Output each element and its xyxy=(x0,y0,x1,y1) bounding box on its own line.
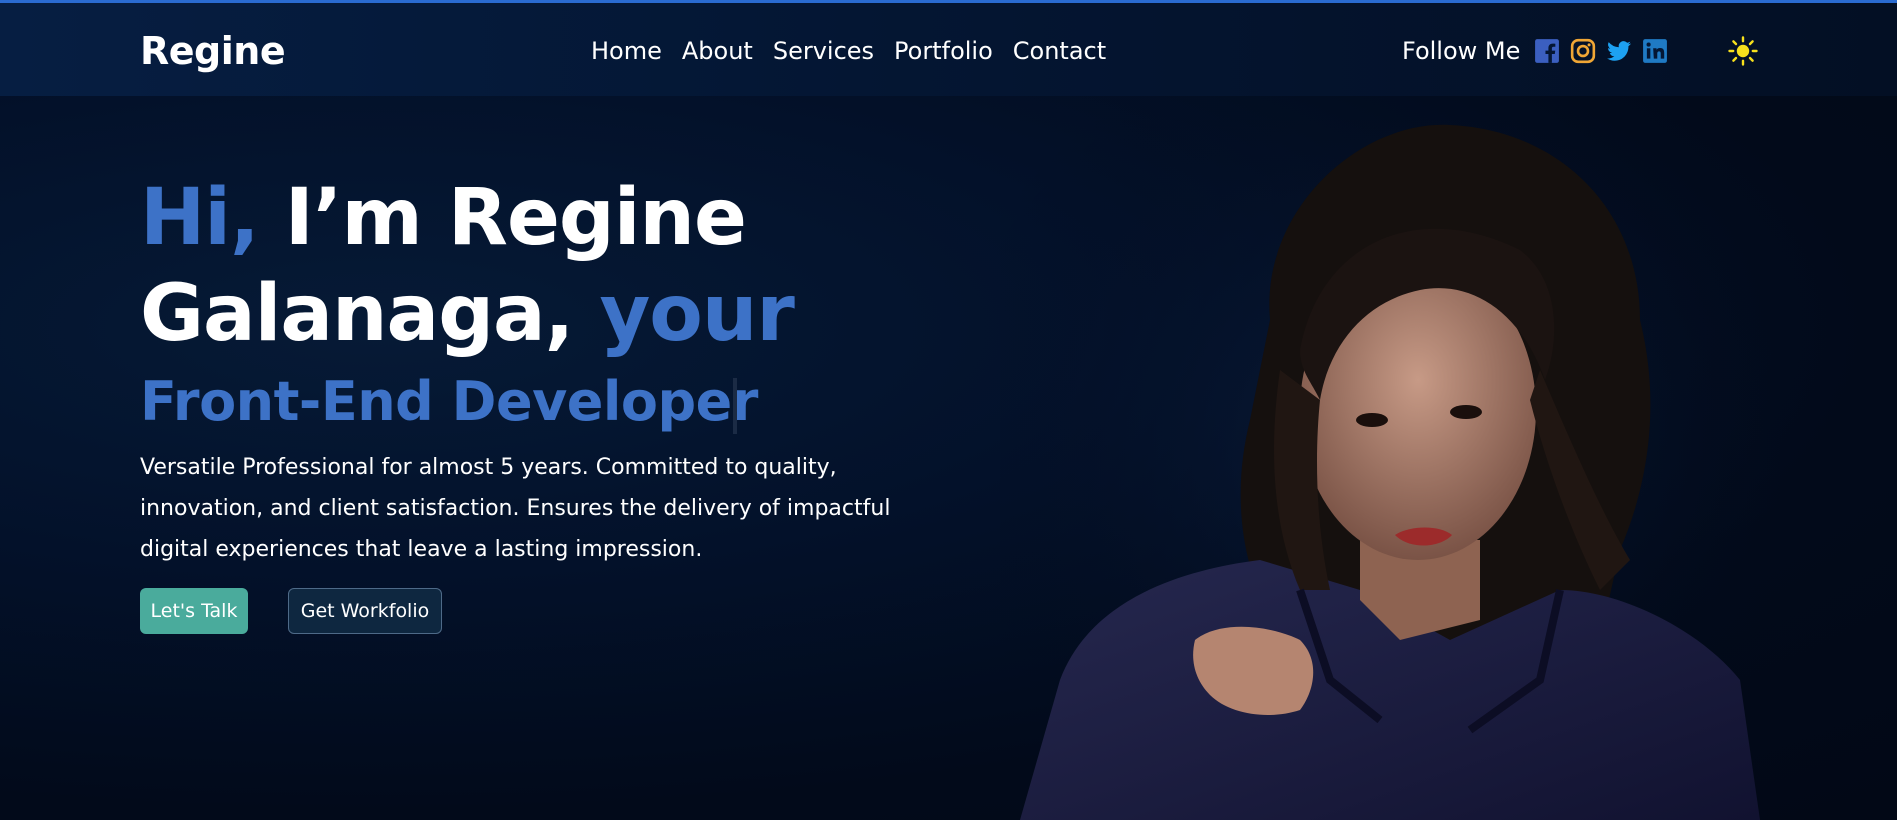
nav-link-services[interactable]: Services xyxy=(773,37,874,65)
hero-name-line1: I’m Regine xyxy=(258,173,747,263)
profile-photo xyxy=(1000,120,1780,820)
typing-cursor xyxy=(733,378,737,434)
hero-intro: Versatile Professional for almost 5 year… xyxy=(140,455,891,562)
nav-link-about[interactable]: About xyxy=(682,37,753,65)
nav-link-portfolio[interactable]: Portfolio xyxy=(894,37,993,65)
navbar: Regine Home About Services Portfolio Con… xyxy=(0,3,1897,96)
hero-greeting: Hi, xyxy=(140,173,260,263)
instagram-icon[interactable] xyxy=(1570,38,1596,64)
brand-logo[interactable]: Regine xyxy=(140,29,286,73)
follow-me-group: Follow Me xyxy=(1402,37,1668,65)
hero-name-line2: Galanaga, xyxy=(140,269,574,359)
twitter-icon[interactable] xyxy=(1606,38,1632,64)
linkedin-icon[interactable] xyxy=(1642,38,1668,64)
hero-role: Front-End Developer xyxy=(140,370,758,433)
nav-menu: Home About Services Portfolio Contact xyxy=(591,37,1106,65)
page: Regine Home About Services Portfolio Con… xyxy=(0,0,1897,820)
get-workfolio-button[interactable]: Get Workfolio xyxy=(288,588,442,634)
sun-icon[interactable] xyxy=(1728,36,1758,66)
follow-me-label: Follow Me xyxy=(1402,37,1521,65)
hero-heading: Hi, I’m Regine Galanaga, your xyxy=(140,170,900,362)
hero-your: your xyxy=(573,269,794,359)
nav-link-contact[interactable]: Contact xyxy=(1013,37,1106,65)
lets-talk-button[interactable]: Let's Talk xyxy=(140,588,248,634)
nav-link-home[interactable]: Home xyxy=(591,37,662,65)
facebook-icon[interactable] xyxy=(1534,38,1560,64)
